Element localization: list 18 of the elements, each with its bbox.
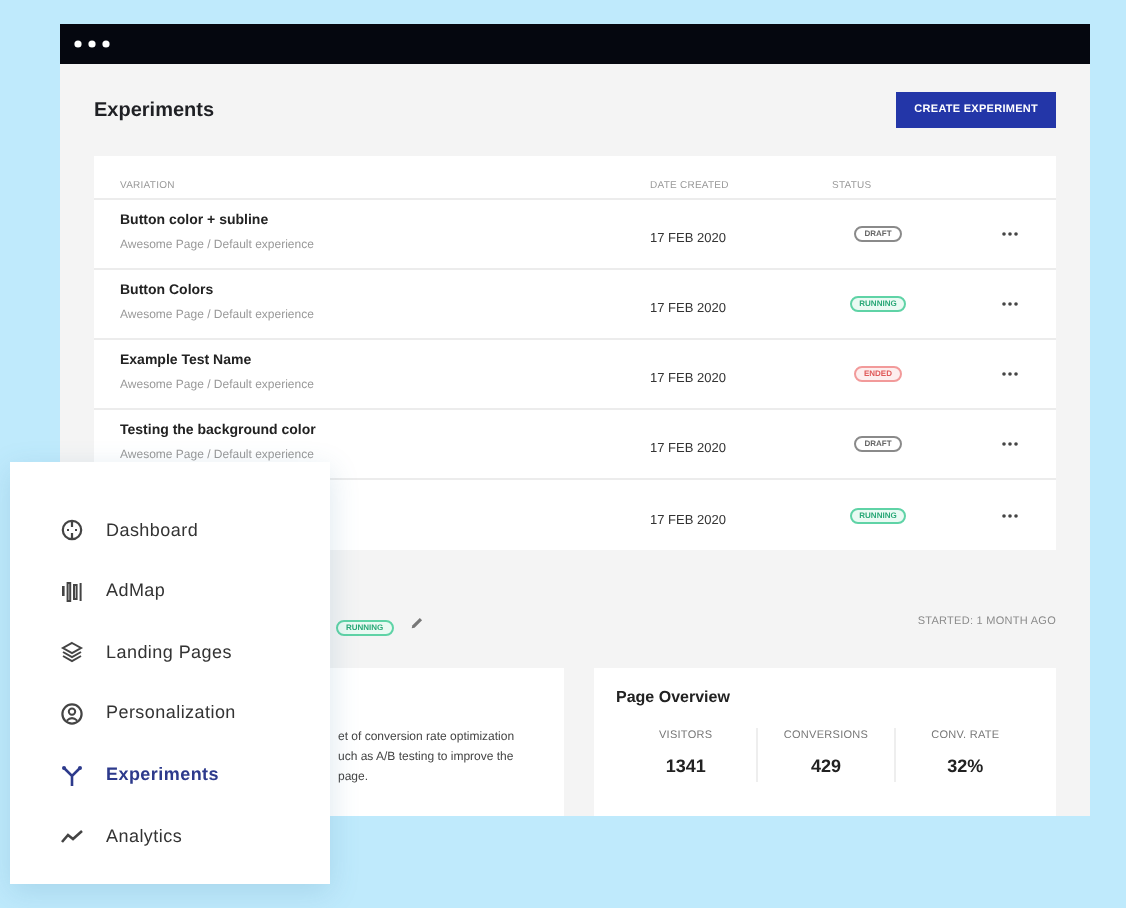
layers-icon (60, 640, 84, 665)
card-title: Page Overview (616, 686, 732, 710)
metric-value: 1341 (665, 754, 706, 781)
sidebar-item[interactable]: Personalization (60, 683, 236, 745)
bars-icon (60, 579, 84, 604)
window-controls-icon (74, 40, 114, 48)
pencil-icon[interactable] (409, 615, 424, 629)
user-circle-icon (60, 702, 84, 727)
sidebar-item[interactable]: Analytics (60, 805, 183, 868)
dashboard-gauge-icon (60, 518, 84, 543)
page-title: Experiments (94, 97, 215, 125)
sidebar-item[interactable]: Dashboard (60, 500, 199, 562)
sidebar-item[interactable]: Experiments (60, 744, 219, 806)
metric-value: 429 (810, 754, 841, 781)
metric-value: 32% (947, 754, 984, 781)
sidebar-item[interactable]: Landing Pages (60, 622, 232, 684)
sidebar-item[interactable]: AdMap (60, 561, 166, 623)
branch-icon (60, 763, 84, 788)
